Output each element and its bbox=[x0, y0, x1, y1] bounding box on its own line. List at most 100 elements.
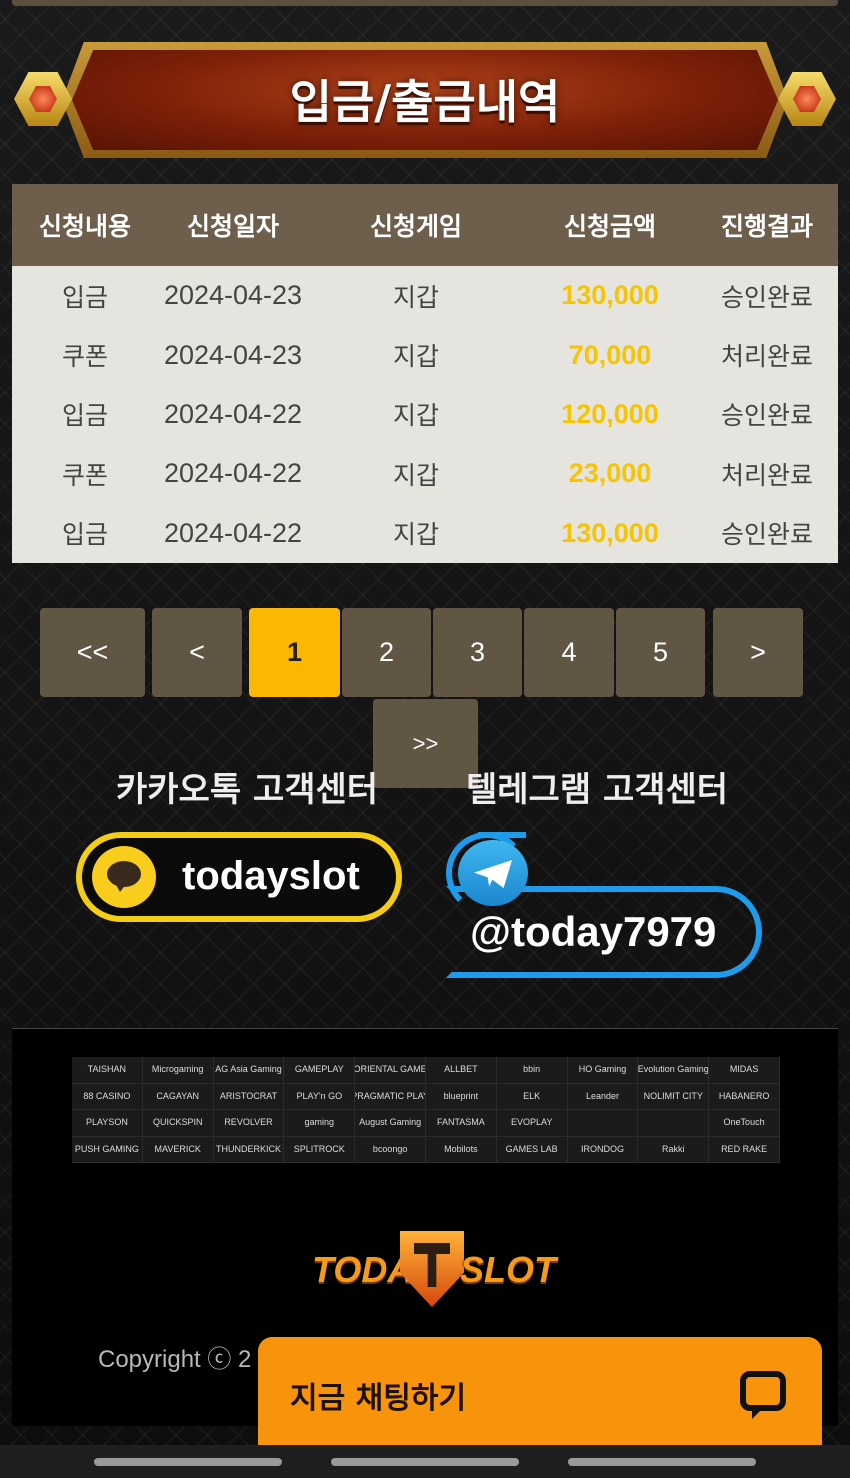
cell-status: 승인완료 bbox=[720, 520, 813, 550]
telegram-id: @today7979 bbox=[470, 908, 717, 955]
provider-logo: NOLIMIT CITY bbox=[638, 1083, 710, 1110]
page-button-4[interactable]: 4 bbox=[524, 608, 614, 697]
provider-logo: AG Asia Gaming bbox=[213, 1057, 285, 1084]
cell-type: 쿠폰 bbox=[61, 342, 108, 372]
provider-logo: ORIENTAL GAME bbox=[355, 1057, 426, 1084]
cell-amount: 130,000 bbox=[561, 280, 659, 311]
cell-status: 처리완료 bbox=[720, 460, 813, 490]
copyright-text: Copyright ⓒ 2 bbox=[98, 1346, 252, 1373]
provider-logo: Microgaming bbox=[142, 1057, 214, 1084]
provider-logo: PUSH GAMING bbox=[72, 1136, 143, 1163]
page-banner: 입금/출금내역 bbox=[14, 36, 836, 164]
shield-emblem-icon bbox=[400, 1231, 464, 1307]
nav-handle-left[interactable] bbox=[94, 1458, 282, 1466]
cell-date: 2024-04-23 bbox=[163, 339, 303, 370]
provider-logo: EVOPLAY bbox=[496, 1110, 568, 1137]
telegram-support-title: 텔레그램 고객센터 bbox=[466, 770, 729, 810]
system-nav-bar bbox=[0, 1445, 850, 1478]
provider-logo: gaming bbox=[284, 1110, 356, 1137]
page-title: 입금/출금내역 bbox=[289, 75, 561, 129]
cell-type: 쿠폰 bbox=[61, 460, 108, 490]
provider-logo bbox=[567, 1110, 639, 1137]
provider-logo: MIDAS bbox=[709, 1057, 780, 1084]
table-row: 쿠폰 2024-04-23 지갑 70,000 처리완료 bbox=[12, 325, 838, 384]
chat-label: 지금 채팅하기 bbox=[290, 1381, 467, 1416]
page-button-3[interactable]: 3 bbox=[433, 608, 522, 697]
provider-logo: QUICKSPIN bbox=[142, 1110, 214, 1137]
logo-text-right: SLOT bbox=[460, 1249, 556, 1290]
provider-logo: OneTouch bbox=[709, 1110, 780, 1137]
provider-logo: bbin bbox=[496, 1057, 568, 1084]
provider-logo: August Gaming bbox=[355, 1110, 426, 1137]
provider-logo: ALLBET bbox=[425, 1057, 497, 1084]
cell-game: 지갑 bbox=[392, 460, 439, 490]
nav-handle-right[interactable] bbox=[568, 1458, 756, 1466]
cell-date: 2024-04-23 bbox=[163, 280, 303, 311]
provider-logo: GAMES LAB bbox=[496, 1136, 568, 1163]
provider-logo: blueprint bbox=[425, 1083, 497, 1110]
cell-game: 지갑 bbox=[392, 520, 439, 550]
provider-logo bbox=[638, 1110, 710, 1137]
column-header-type: 신청내용 bbox=[38, 212, 131, 241]
provider-logo: PRAGMATIC PLAY bbox=[355, 1083, 426, 1110]
table-row: 입금 2024-04-23 지갑 130,000 승인완료 bbox=[12, 266, 838, 325]
provider-logo: ELK bbox=[496, 1083, 568, 1110]
table-header: 신청내용 신청일자 신청게임 신청금액 진행결과 bbox=[12, 184, 838, 266]
table-body: 입금 2024-04-23 지갑 130,000 승인완료 쿠폰 2024-04… bbox=[12, 266, 838, 563]
first-page-button[interactable]: << bbox=[40, 608, 145, 697]
provider-logo: Mobilots bbox=[425, 1136, 497, 1163]
cell-date: 2024-04-22 bbox=[163, 517, 303, 548]
provider-logo: RED RAKE bbox=[709, 1136, 780, 1163]
provider-logo: TAISHAN bbox=[72, 1057, 143, 1084]
provider-logo: Evolution Gaming bbox=[638, 1057, 710, 1084]
provider-logo: IRONDOG bbox=[567, 1136, 639, 1163]
kakao-id: todayslot bbox=[182, 854, 360, 898]
provider-logo: REVOLVER bbox=[213, 1110, 285, 1137]
provider-logo: FANTASMA bbox=[425, 1110, 497, 1137]
telegram-plane-icon bbox=[458, 840, 528, 906]
provider-logo: Rakki bbox=[638, 1136, 710, 1163]
cell-game: 지갑 bbox=[392, 282, 439, 312]
provider-logo: ARISTOCRAT bbox=[213, 1083, 285, 1110]
kakao-contact-button[interactable]: todayslot bbox=[76, 832, 402, 922]
table-row: 입금 2024-04-22 지갑 120,000 승인완료 bbox=[12, 385, 838, 444]
site-logo: TODAY SLOT bbox=[312, 1219, 556, 1319]
column-header-game: 신청게임 bbox=[369, 212, 462, 241]
history-table: 신청내용 신청일자 신청게임 신청금액 진행결과 입금 2024-04-23 지… bbox=[12, 184, 838, 563]
provider-logo: THUNDERKICK bbox=[213, 1136, 285, 1163]
page-button-1[interactable]: 1 bbox=[249, 608, 340, 697]
top-divider bbox=[12, 0, 838, 6]
kakao-support-title: 카카오톡 고객센터 bbox=[116, 770, 379, 810]
provider-logo: SPLITROCK bbox=[284, 1136, 356, 1163]
provider-logo: CAGAYAN bbox=[142, 1083, 214, 1110]
provider-logo: 88 CASINO bbox=[72, 1083, 143, 1110]
page-button-2[interactable]: 2 bbox=[342, 608, 431, 697]
cell-status: 승인완료 bbox=[720, 401, 813, 431]
column-header-amount: 신청금액 bbox=[563, 212, 656, 241]
cell-game: 지갑 bbox=[392, 342, 439, 372]
cell-amount: 23,000 bbox=[568, 458, 652, 489]
cell-game: 지갑 bbox=[392, 401, 439, 431]
prev-page-button[interactable]: < bbox=[152, 608, 242, 697]
live-chat-button[interactable]: 지금 채팅하기 bbox=[258, 1337, 822, 1445]
cell-type: 입금 bbox=[61, 401, 108, 431]
table-row: 입금 2024-04-22 지갑 130,000 승인완료 bbox=[12, 504, 838, 563]
cell-amount: 120,000 bbox=[561, 398, 659, 429]
next-page-button[interactable]: > bbox=[713, 608, 803, 697]
cell-amount: 70,000 bbox=[568, 339, 652, 370]
last-page-button[interactable]: >> bbox=[373, 699, 478, 788]
provider-logo-grid: TAISHAN Microgaming AG Asia Gaming GAMEPLAY… bbox=[72, 1057, 780, 1163]
column-header-date: 신청일자 bbox=[186, 212, 279, 241]
cell-type: 입금 bbox=[61, 520, 108, 550]
cell-status: 처리완료 bbox=[720, 342, 813, 372]
cell-amount: 130,000 bbox=[561, 517, 659, 548]
column-header-status: 진행결과 bbox=[720, 212, 813, 241]
page-button-5[interactable]: 5 bbox=[616, 608, 705, 697]
provider-logo: HO Gaming bbox=[567, 1057, 639, 1084]
provider-logo: PLAYSON bbox=[72, 1110, 143, 1137]
cell-date: 2024-04-22 bbox=[163, 398, 303, 429]
nav-handle-center[interactable] bbox=[331, 1458, 519, 1466]
chat-bubble-icon bbox=[740, 1371, 786, 1419]
provider-logo: PLAY'n GO bbox=[284, 1083, 356, 1110]
provider-logo: HABANERO bbox=[709, 1083, 780, 1110]
